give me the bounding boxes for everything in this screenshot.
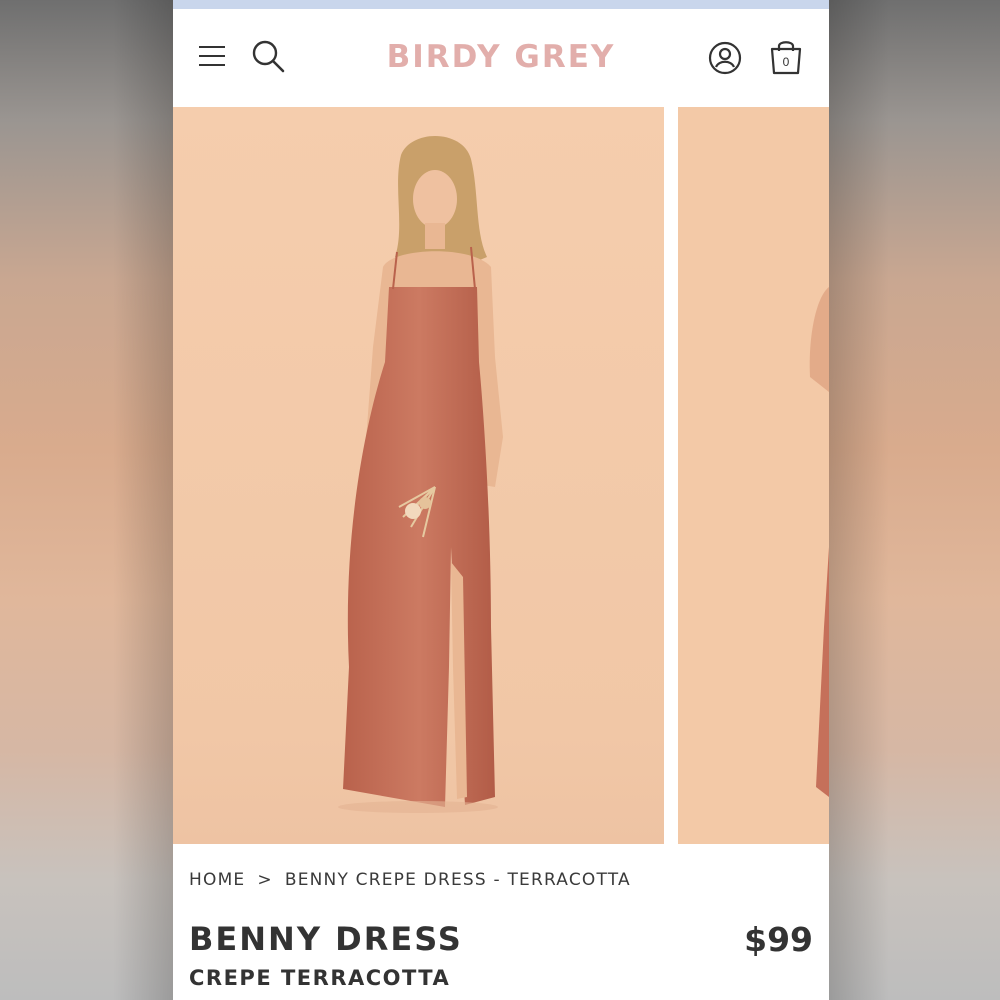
site-header: BIRDY GREY 0 — [173, 9, 829, 107]
model-illustration — [173, 107, 664, 844]
product-image-carousel[interactable] — [173, 107, 829, 844]
shopping-bag-icon[interactable]: 0 — [767, 38, 805, 76]
model-partial-illustration — [678, 107, 829, 844]
product-image-next[interactable] — [678, 107, 829, 844]
product-variant: CREPE TERRACOTTA — [189, 966, 451, 990]
product-price: $99 — [744, 920, 813, 959]
status-strip — [173, 0, 829, 9]
blurred-background-right — [829, 0, 1000, 1000]
blurred-background-left — [0, 0, 173, 1000]
breadcrumb-separator: > — [257, 870, 273, 890]
phone-screen: BIRDY GREY 0 HOME > BENNY CREPE DRESS - … — [173, 0, 829, 1000]
cart-count: 0 — [783, 55, 790, 69]
breadcrumb-current: BENNY CREPE DRESS - TERRACOTTA — [284, 870, 631, 890]
product-name: BENNY DRESS — [189, 920, 463, 958]
product-image-main[interactable] — [173, 107, 664, 844]
breadcrumb: HOME > BENNY CREPE DRESS - TERRACOTTA — [189, 870, 631, 890]
user-account-icon[interactable] — [708, 41, 742, 75]
breadcrumb-home-link[interactable]: HOME — [189, 870, 245, 890]
